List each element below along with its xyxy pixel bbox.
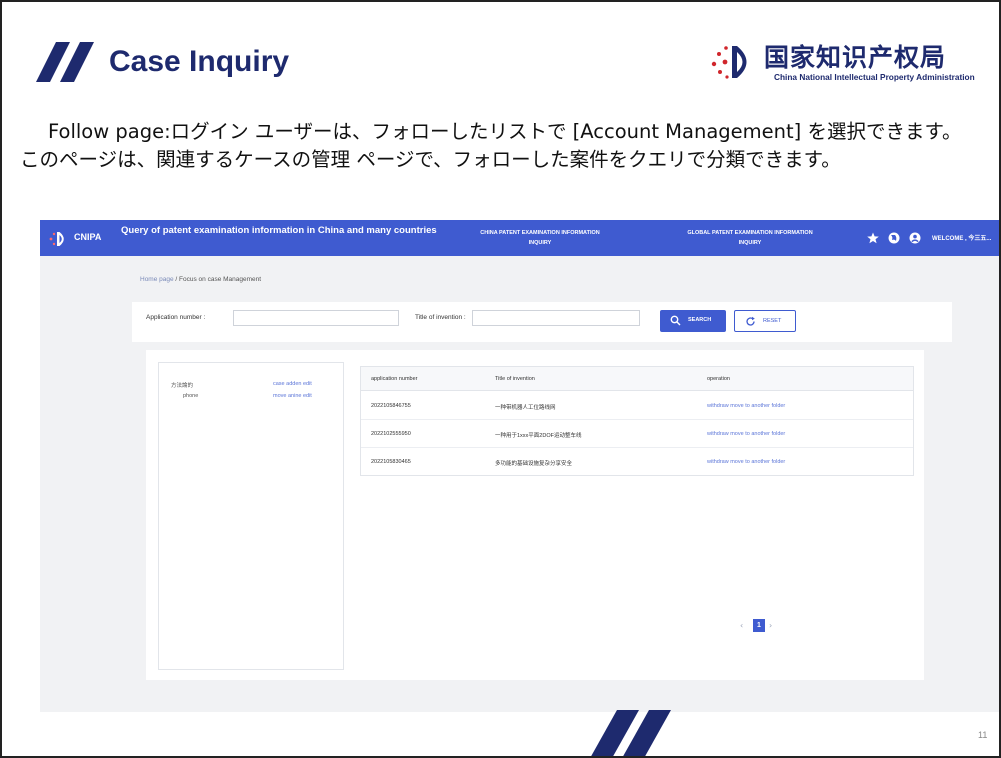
cnipa-logo: 国家知识产权局 China National Intellectual Prop… <box>702 36 992 90</box>
table-header: application number Title of invention op… <box>361 367 913 391</box>
page-number: 11 <box>978 730 988 740</box>
tree-item-label: phone <box>183 393 199 399</box>
tree-item-actions[interactable]: move anine edit <box>273 393 312 399</box>
app-top-bar: CNIPA Query of patent examination inform… <box>40 220 999 256</box>
column-header: application number <box>371 376 418 382</box>
application-number-cell: 2022102555950 <box>371 431 411 437</box>
slide: Case Inquiry 国家知识产权局 China National Inte… <box>0 0 1001 758</box>
breadcrumb-home-link[interactable]: Home page <box>140 276 174 283</box>
title-cell: 多功能的基础设施复杂分享安全 <box>495 461 573 467</box>
refresh-icon <box>746 316 755 326</box>
breadcrumb-current: Focus on case Management <box>179 276 262 283</box>
cnipa-small-logo-icon[interactable] <box>48 230 68 248</box>
tree-item[interactable]: phone move anine edit <box>183 393 312 399</box>
application-number-label: Application number : <box>146 314 206 321</box>
operation-links[interactable]: withdraw move to another folder <box>707 431 785 437</box>
folder-tree: 方法論的 case adden edit phone move anine ed… <box>158 362 344 670</box>
application-number-cell: 2022105830465 <box>371 459 411 465</box>
slide-title: Case Inquiry <box>109 45 290 78</box>
title-of-invention-input[interactable] <box>472 310 640 326</box>
tree-item-actions[interactable]: case adden edit <box>273 381 312 387</box>
cnipa-emblem-icon <box>711 46 747 79</box>
application-number-cell: 2022105846755 <box>371 403 411 409</box>
column-header: Title of invention <box>495 376 535 382</box>
table-row: 2022102555950 一种用于1xxx平面2DOF运动整车线 withdr… <box>361 420 913 448</box>
search-form: Application number : Title of invention … <box>132 302 952 342</box>
tree-item[interactable]: 方法論的 case adden edit <box>171 381 312 389</box>
slash-mark-icon <box>36 42 94 82</box>
nav-china-inquiry[interactable]: CHINA PATENT EXAMINATION INFORMATION INQ… <box>470 228 610 248</box>
table-row: 2022105830465 多功能的基础设施复杂分享安全 withdraw mo… <box>361 448 913 476</box>
table-row: 2022105846755 一种带机器人工位路线网 withdraw move … <box>361 392 913 420</box>
breadcrumb-separator: / <box>175 276 178 283</box>
search-icon <box>670 315 681 326</box>
app-title: Query of patent examination information … <box>121 225 437 236</box>
logo-chinese-name: 国家知识产权局 <box>764 43 947 72</box>
app-screenshot: CNIPA Query of patent examination inform… <box>40 220 999 712</box>
title-cell: 一种带机器人工位路线网 <box>495 405 556 411</box>
tree-item-label: 方法論的 <box>171 383 194 389</box>
title-of-invention-label: Title of invention : <box>415 314 466 321</box>
star-icon[interactable] <box>866 231 880 245</box>
followed-cases-table: application number Title of invention op… <box>360 366 914 476</box>
search-button-label: SEARCH <box>688 317 712 323</box>
current-page[interactable]: 1 <box>753 619 765 632</box>
welcome-user[interactable]: WELCOME , 今三五... <box>932 233 991 242</box>
description-text: Follow page:ログイン ユーザーは、フォローしたリストで [Accou… <box>20 120 962 171</box>
pagination: ‹ 1 › <box>740 619 790 633</box>
search-button[interactable]: SEARCH <box>660 310 726 332</box>
operation-links[interactable]: withdraw move to another folder <box>707 459 785 465</box>
reset-button[interactable]: RESET <box>734 310 796 332</box>
operation-links[interactable]: withdraw move to another folder <box>707 403 785 409</box>
user-account-icon[interactable] <box>908 231 922 245</box>
breadcrumb: Home page / Focus on case Management <box>140 276 261 283</box>
reset-button-label: RESET <box>763 318 782 324</box>
application-number-input[interactable] <box>233 310 399 326</box>
slash-decoration-icon <box>591 710 671 756</box>
content-panel: 方法論的 case adden edit phone move anine ed… <box>146 350 924 680</box>
title-cell: 一种用于1xxx平面2DOF运动整车线 <box>495 433 582 439</box>
logo-english-name: China National Intellectual Property Adm… <box>774 72 975 82</box>
slide-description: Follow page:ログイン ユーザーは、フォローしたリストで [Accou… <box>20 118 980 174</box>
nav-global-inquiry[interactable]: GLOBAL PATENT EXAMINATION INFORMATION IN… <box>680 228 820 248</box>
globe-icon[interactable] <box>887 231 901 245</box>
column-header: operation <box>707 376 730 382</box>
app-brand[interactable]: CNIPA <box>74 232 101 242</box>
prev-page-button[interactable]: ‹ <box>740 621 743 630</box>
next-page-button[interactable]: › <box>769 621 772 630</box>
